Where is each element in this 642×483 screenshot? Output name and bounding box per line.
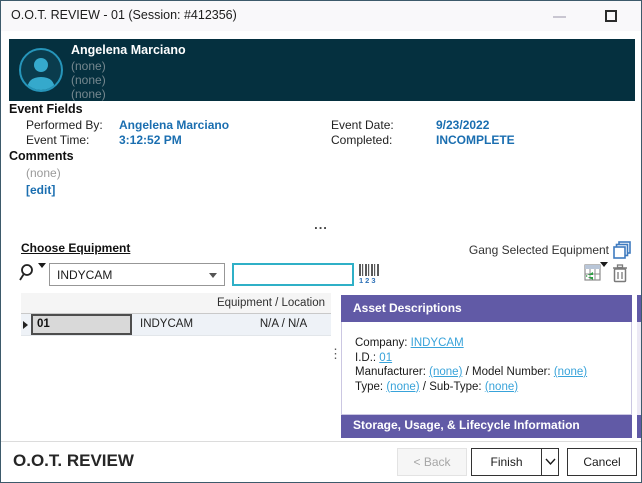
chevron-down-icon — [545, 458, 556, 466]
profile-detail-line: (none) — [71, 59, 106, 73]
performed-by-value: Angelena Marciano — [119, 118, 229, 132]
search-scope-button[interactable] — [19, 263, 46, 286]
finish-button[interactable]: Finish — [472, 449, 541, 475]
equipment-id-cell[interactable]: 01 — [31, 314, 132, 335]
asset-company-line: Company: INDYCAM — [355, 336, 631, 351]
wizard-title: O.O.T. REVIEW — [13, 451, 134, 471]
event-time-label: Event Time: — [26, 133, 89, 147]
event-fields-heading: Event Fields — [9, 102, 83, 116]
person-icon — [25, 55, 57, 91]
equipment-company-cell: INDYCAM — [132, 314, 236, 335]
model-number-label: Model Number: — [472, 366, 551, 378]
barcode-icon: 123 — [359, 263, 381, 285]
minimize-button[interactable] — [553, 16, 566, 18]
chevron-down-icon — [600, 262, 608, 267]
id-label: I.D.: — [355, 352, 376, 364]
delete-button[interactable] — [612, 264, 630, 285]
back-button[interactable]: < Back — [397, 448, 467, 476]
equipment-location-column-header: Equipment / Location — [217, 297, 325, 309]
choose-equipment-heading: Choose Equipment — [21, 241, 130, 255]
equipment-filter-dropdown[interactable]: INDYCAM — [49, 263, 225, 286]
comments-heading: Comments — [9, 149, 74, 163]
side-scrollbar-top — [637, 295, 642, 322]
profile-detail-line: (none) — [71, 73, 106, 87]
asset-descriptions-header: Asset Descriptions — [341, 295, 632, 322]
oot-review-dialog: O.O.T. REVIEW - 01 (Session: #412356) An… — [0, 0, 642, 483]
model-number-link[interactable]: (none) — [554, 366, 587, 378]
collapse-grip[interactable]: ... — [1, 220, 641, 230]
asset-manufacturer-line: Manufacturer: (none) / Model Number: (no… — [355, 365, 631, 380]
copy-stack-icon[interactable] — [613, 241, 632, 260]
barcode-digits: 123 — [359, 276, 378, 285]
table-row[interactable]: 01 INDYCAM N/A / N/A — [21, 314, 331, 336]
side-scrollbar[interactable] — [637, 295, 642, 438]
window-title: O.O.T. REVIEW - 01 (Session: #412356) — [11, 8, 237, 22]
panel-splitter[interactable]: ⋮ — [329, 347, 339, 377]
profile-detail-line: (none) — [71, 87, 106, 101]
cancel-button[interactable]: Cancel — [567, 448, 637, 476]
row-selector[interactable] — [21, 314, 31, 335]
maximize-button[interactable] — [605, 10, 617, 22]
subtype-label: Sub-Type: — [429, 381, 481, 393]
asset-id-line: I.D.: 01 — [355, 351, 631, 366]
event-date-label: Event Date: — [331, 118, 394, 132]
event-date-value: 9/23/2022 — [436, 118, 489, 132]
gang-selected-equipment-label: Gang Selected Equipment — [469, 243, 609, 257]
equipment-search-input[interactable] — [232, 263, 354, 286]
equipment-location-cell: N/A / N/A — [236, 314, 331, 335]
side-scrollbar-bottom — [637, 415, 642, 438]
separator: / — [423, 381, 426, 393]
comments-edit-link[interactable]: [edit] — [26, 183, 55, 197]
type-label: Type: — [355, 381, 383, 393]
trash-icon — [612, 264, 628, 283]
title-bar: O.O.T. REVIEW - 01 (Session: #412356) — [1, 1, 641, 31]
search-icon — [19, 263, 37, 282]
completed-value: INCOMPLETE — [436, 133, 515, 147]
asset-descriptions-panel: Asset Descriptions Company: INDYCAM I.D.… — [341, 295, 632, 438]
profile-name: Angelena Marciano — [71, 43, 186, 57]
footer-bar: O.O.T. REVIEW < Back Finish Cancel — [1, 441, 641, 482]
add-from-list-button[interactable] — [584, 264, 608, 286]
id-link[interactable]: 01 — [379, 352, 392, 364]
completed-label: Completed: — [331, 133, 392, 147]
storage-usage-lifecycle-header: Storage, Usage, & Lifecycle Information — [341, 415, 632, 438]
equipment-filter-value: INDYCAM — [57, 268, 112, 282]
row-selector-icon — [23, 321, 28, 329]
performed-by-label: Performed By: — [26, 118, 103, 132]
comments-value: (none) — [26, 166, 61, 180]
event-time-value: 3:12:52 PM — [119, 133, 182, 147]
company-label: Company: — [355, 337, 407, 349]
grid-import-icon — [584, 264, 601, 281]
equipment-grid-header: Equipment / Location — [21, 293, 331, 314]
chevron-down-icon — [209, 273, 217, 278]
separator: / — [466, 366, 469, 378]
company-link[interactable]: INDYCAM — [411, 337, 464, 349]
asset-type-line: Type: (none) / Sub-Type: (none) — [355, 380, 631, 395]
subtype-link[interactable]: (none) — [485, 381, 518, 393]
equipment-grid: Equipment / Location 01 INDYCAM N/A / N/… — [21, 293, 331, 336]
avatar — [19, 48, 63, 92]
chevron-down-icon — [38, 263, 46, 268]
asset-descriptions-body: Company: INDYCAM I.D.: 01 Manufacturer: … — [341, 322, 632, 415]
manufacturer-label: Manufacturer: — [355, 366, 426, 378]
finish-split-button: Finish — [471, 448, 559, 476]
finish-dropdown-button[interactable] — [541, 449, 558, 475]
profile-banner: Angelena Marciano (none) (none) (none) — [9, 39, 635, 101]
manufacturer-link[interactable]: (none) — [429, 366, 462, 378]
type-link[interactable]: (none) — [386, 381, 419, 393]
